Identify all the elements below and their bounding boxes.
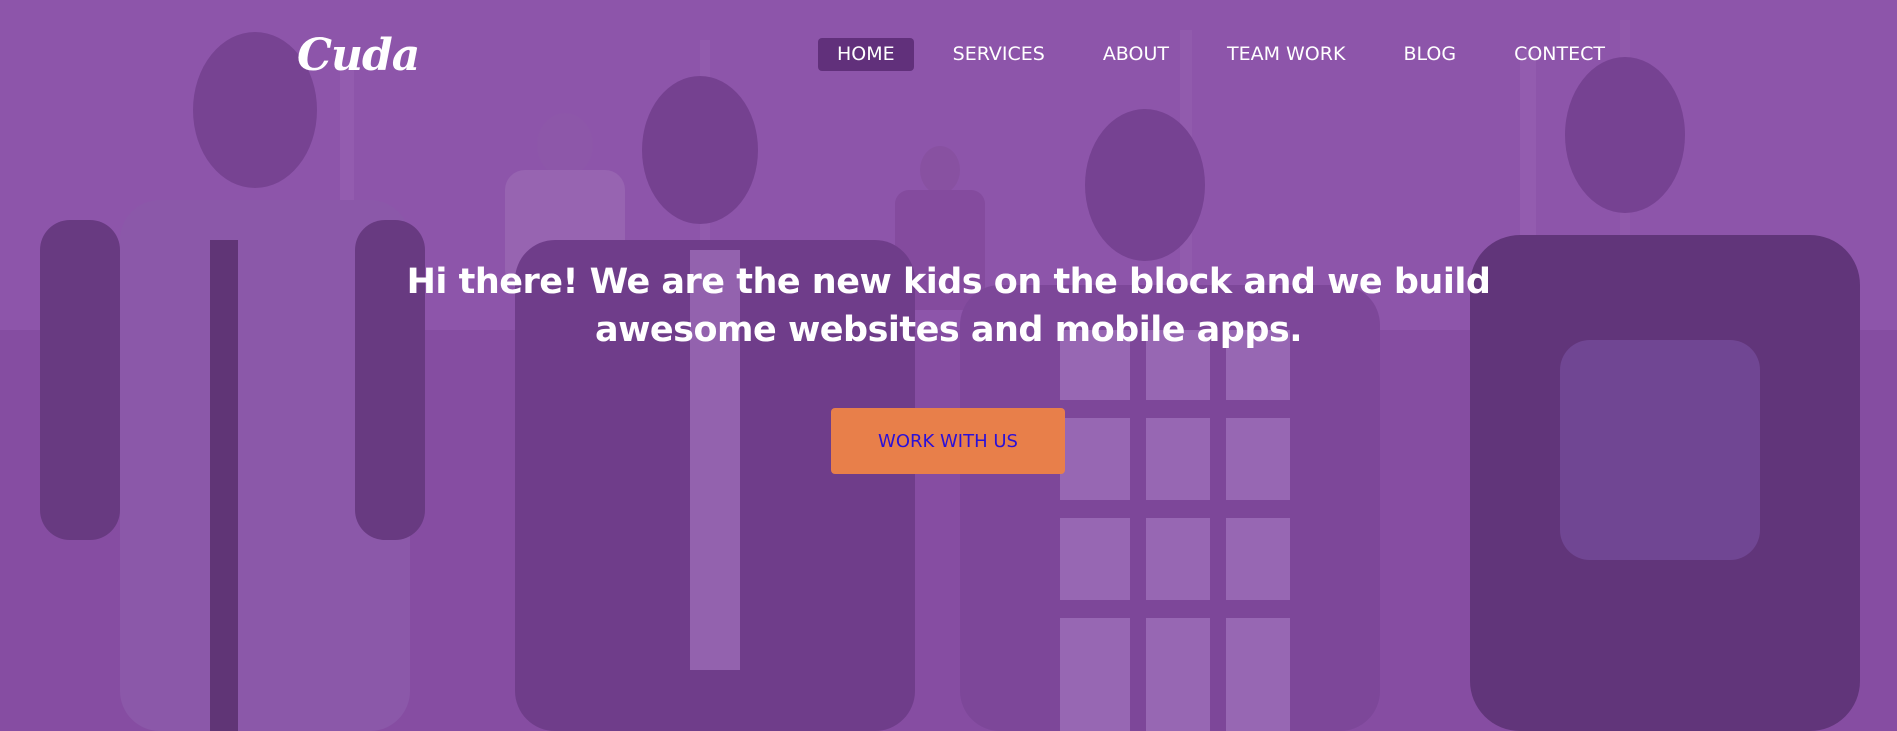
main-nav: HOME SERVICES ABOUT TEAM WORK BLOG CONTE… bbox=[818, 38, 1644, 71]
nav-item-about[interactable]: ABOUT bbox=[1084, 38, 1188, 71]
hero-headline-line-2: awesome websites and mobile apps. bbox=[594, 310, 1303, 350]
purple-overlay bbox=[0, 0, 1897, 731]
hero-headline-line-1: Hi there! We are the new kids on the blo… bbox=[406, 262, 1491, 302]
nav-item-blog[interactable]: BLOG bbox=[1384, 38, 1475, 71]
nav-item-home[interactable]: HOME bbox=[818, 38, 914, 71]
work-with-us-button[interactable]: WORK WITH US bbox=[831, 408, 1065, 474]
nav-item-contect[interactable]: CONTECT bbox=[1495, 38, 1624, 71]
nav-item-team-work[interactable]: TEAM WORK bbox=[1208, 38, 1364, 71]
logo[interactable]: Cuda bbox=[297, 30, 420, 82]
hero-headline: Hi there! We are the new kids on the blo… bbox=[0, 258, 1897, 354]
hero-section: Cuda HOME SERVICES ABOUT TEAM WORK BLOG … bbox=[0, 0, 1897, 731]
nav-item-services[interactable]: SERVICES bbox=[934, 38, 1064, 71]
